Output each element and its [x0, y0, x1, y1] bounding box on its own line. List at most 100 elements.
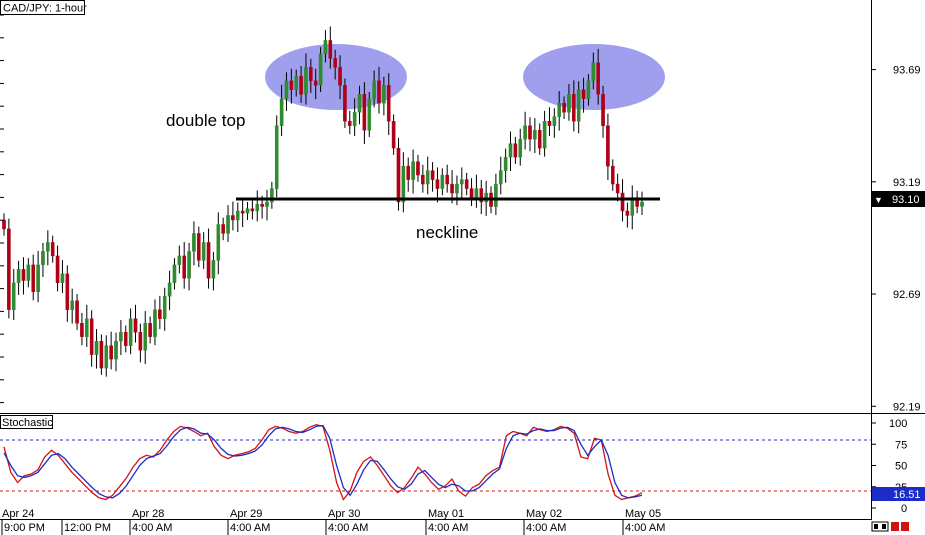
- candle-body: [542, 121, 547, 149]
- candle-body: [21, 269, 26, 281]
- stochastic-value: 16.51: [893, 489, 921, 501]
- candle-body: [284, 80, 289, 99]
- candle-body: [547, 121, 552, 126]
- candle-body: [84, 318, 89, 337]
- candle-body: [386, 85, 391, 122]
- candle-body: [89, 318, 94, 355]
- cadjpy-chart[interactable]: double top neckline CAD/JPY: 1-hour 93.6…: [0, 0, 925, 535]
- candle-body: [347, 121, 352, 126]
- price-axis-label: 93.69: [893, 65, 921, 77]
- candle-body: [70, 300, 74, 310]
- candle-body: [572, 94, 576, 122]
- candle-body: [455, 183, 459, 194]
- candle-body: [513, 143, 518, 158]
- candle-body: [498, 170, 503, 185]
- candle-body: [255, 204, 260, 212]
- time-axis-label: 4:00 AM: [230, 522, 270, 534]
- candle-body: [406, 165, 411, 180]
- time-axis-label: 4:00 AM: [132, 522, 172, 534]
- candle-body: [401, 165, 406, 203]
- candle-body: [2, 219, 6, 230]
- candle-body: [36, 264, 40, 292]
- candle-body: [533, 129, 537, 140]
- scroll-controls-icon[interactable]: [871, 521, 909, 532]
- candle-body: [445, 174, 449, 185]
- candle-body: [416, 161, 420, 176]
- candle-body: [518, 138, 523, 158]
- time-axis: Apr 24 9:00 PM 12:00 PM Apr 28 4:00 AM Apr 29…: [1, 508, 665, 535]
- candle-body: [274, 125, 279, 189]
- candle-body: [567, 94, 571, 113]
- candle-body: [537, 129, 542, 149]
- candle-body: [362, 94, 367, 131]
- candle-body: [435, 179, 440, 189]
- candle-body: [11, 282, 16, 310]
- candle-body: [396, 147, 401, 203]
- candle-body: [338, 67, 342, 86]
- candle-body: [382, 85, 386, 104]
- candle-body: [469, 188, 474, 198]
- stochastic-d-line: [3, 424, 643, 499]
- candle-body: [94, 340, 99, 355]
- candle-body: [50, 242, 55, 257]
- candle-body: [625, 210, 630, 216]
- candle-body: [245, 208, 250, 214]
- stochastic-title: Stochastic: [2, 417, 53, 429]
- candle-body: [581, 89, 586, 99]
- candle-body: [133, 318, 138, 333]
- candle-body: [391, 121, 396, 149]
- candle-body: [460, 179, 464, 185]
- price-axis-label: 92.69: [893, 289, 921, 301]
- candle-body: [464, 179, 469, 189]
- candle-body: [187, 251, 191, 279]
- price-axis-label: 93.19: [893, 177, 921, 189]
- candle-body: [260, 204, 264, 207]
- time-axis-label: Apr 24: [2, 508, 34, 520]
- candle-body: [167, 282, 172, 297]
- candle-body: [216, 224, 221, 261]
- candle-body: [596, 62, 600, 95]
- candle-body: [138, 331, 143, 351]
- time-axis-label: 9:00 PM: [4, 522, 45, 534]
- candle-body: [201, 242, 206, 261]
- candle-body: [172, 264, 177, 284]
- candle-body: [591, 62, 596, 82]
- candle-body: [192, 233, 196, 252]
- time-axis-label: Apr 30: [328, 508, 360, 520]
- candle-body: [211, 260, 216, 279]
- candle-body: [162, 296, 167, 319]
- candle-body: [313, 80, 318, 86]
- stochastic-levels: [0, 439, 871, 492]
- stochastic-k-line: [3, 424, 643, 501]
- candle-body: [562, 103, 566, 113]
- candle-body: [557, 103, 562, 117]
- candle-body: [343, 85, 347, 122]
- candle-body: [7, 228, 11, 310]
- candle-body: [104, 345, 109, 369]
- price-axis: 93.69 93.19 92.69 92.19: [0, 14, 921, 413]
- candle-body: [148, 323, 152, 337]
- candle-body: [610, 165, 615, 185]
- candle-body: [328, 40, 333, 59]
- candle-body: [323, 40, 328, 55]
- candle-body: [523, 125, 527, 140]
- candle-body: [99, 340, 104, 369]
- candle-body: [615, 183, 620, 194]
- time-axis-label: May 05: [625, 508, 661, 520]
- candle-body: [367, 98, 372, 131]
- candle-body: [620, 192, 625, 212]
- candle-body: [16, 269, 21, 284]
- candle-body: [640, 201, 644, 207]
- candle-body: [221, 224, 225, 234]
- candle-body: [197, 233, 201, 261]
- candle-body: [528, 125, 532, 140]
- candle-body: [109, 345, 113, 360]
- candle-body: [46, 242, 50, 252]
- candle-body: [31, 264, 36, 292]
- candle-body: [357, 94, 362, 113]
- candle-body: [279, 98, 284, 126]
- candle-body: [206, 242, 211, 279]
- candle-body: [372, 80, 376, 99]
- candle-body: [231, 215, 235, 221]
- candle-body: [226, 215, 230, 234]
